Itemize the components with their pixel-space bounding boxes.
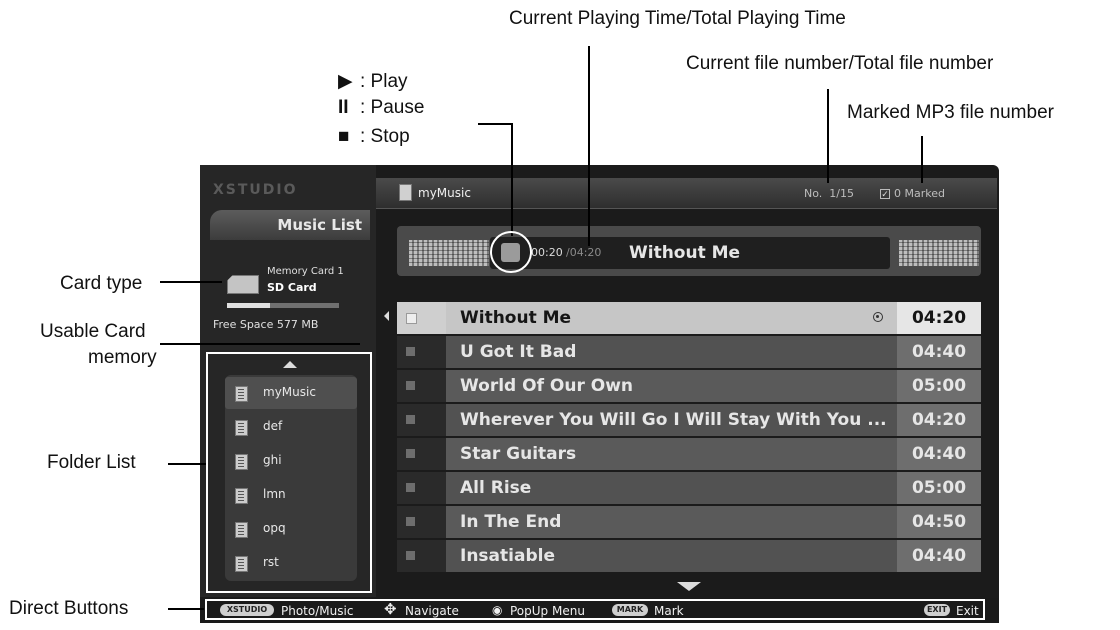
line-status	[478, 123, 513, 236]
status-highlight-circle	[490, 231, 532, 273]
callout-lines	[160, 46, 985, 620]
direct-buttons-highlight	[205, 599, 985, 620]
folder-list-highlight	[206, 352, 372, 593]
